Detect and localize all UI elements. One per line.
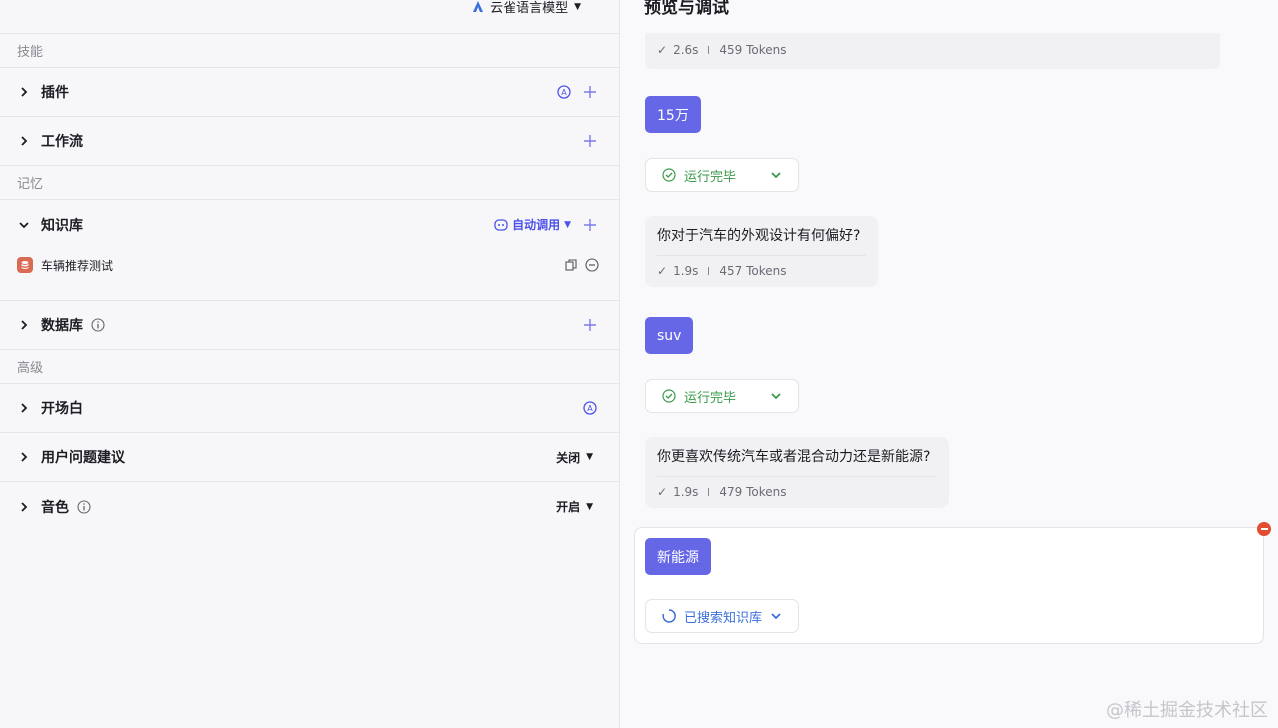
row-voice[interactable]: 音色 开启 ▼: [0, 482, 619, 531]
row-knowledge-title: 知识库: [41, 217, 83, 234]
chevron-down-icon: [19, 221, 29, 228]
bot-message-text: 你对于汽车的外观设计有何偏好?: [657, 225, 866, 256]
user-message: 新能源: [645, 538, 711, 575]
chevron-down-icon: [771, 613, 781, 620]
chevron-right-icon: [21, 87, 28, 97]
suggest-dropdown[interactable]: 关闭 ▼: [556, 449, 593, 466]
copy-icon[interactable]: [565, 259, 577, 271]
suggest-value: 关闭: [556, 450, 581, 465]
row-plugin-title: 插件: [41, 85, 69, 101]
loading-spinner-icon: [662, 609, 676, 623]
model-selector[interactable]: 云雀语言模型 ▼: [472, 0, 581, 16]
msg-time: 1.9s: [673, 264, 699, 278]
caret-down-icon: ▼: [586, 501, 593, 512]
row-voice-title: 音色: [41, 499, 69, 516]
chevron-right-icon: [21, 403, 28, 413]
user-message: suv: [645, 317, 694, 354]
chevron-right-icon: [21, 320, 28, 330]
add-knowledge-icon[interactable]: [583, 218, 597, 232]
knowledge-item[interactable]: 车辆推荐测试: [17, 253, 599, 277]
knowledge-item-name: 车辆推荐测试: [41, 258, 114, 273]
msg-tokens: 459 Tokens: [719, 43, 787, 57]
user-message: 15万: [645, 96, 701, 133]
row-database-title: 数据库: [41, 318, 83, 334]
remove-icon[interactable]: [585, 258, 599, 272]
model-logo-icon: [473, 0, 484, 12]
status-label: 运行完毕: [684, 169, 737, 185]
knowledge-list: 车辆推荐测试: [0, 249, 619, 301]
check-circle-icon: [662, 389, 676, 403]
check-icon: ✓: [657, 43, 668, 57]
chevron-right-icon: [21, 136, 28, 146]
search-status-pill[interactable]: 已搜索知识库: [645, 599, 799, 633]
voice-value: 开启: [556, 500, 581, 514]
row-workflow[interactable]: 工作流: [0, 117, 619, 166]
status-label: 运行完毕: [684, 390, 737, 406]
run-status-pill[interactable]: 运行完毕: [645, 379, 799, 413]
watermark: @稀土掘金技术社区: [1106, 700, 1268, 721]
chevron-down-icon: [771, 172, 781, 179]
bot-message-meta: ✓ 2.6s 459 Tokens: [645, 33, 1220, 69]
model-name: 云雀语言模型: [490, 1, 569, 16]
caret-down-icon: ▼: [574, 1, 581, 12]
remove-icon[interactable]: [1257, 522, 1271, 536]
caret-down-icon: ▼: [564, 219, 571, 230]
bot-message: 你对于汽车的外观设计有何偏好? ✓ 1.9s 457 Tokens: [645, 216, 878, 287]
svg-text:A: A: [587, 404, 593, 413]
msg-time: 2.6s: [673, 43, 699, 57]
preview-panel: 预览与调试 ✓ 2.6s 459 Tokens 15万 运行完毕 你对于汽车的外…: [620, 0, 1278, 728]
check-circle-icon: [662, 168, 676, 182]
row-plugin[interactable]: 插件 A: [0, 68, 619, 117]
row-knowledge[interactable]: 知识库 自动调用 ▼: [0, 200, 619, 249]
caret-down-icon: ▼: [586, 452, 593, 462]
model-bar: 云雀语言模型 ▼: [0, 0, 619, 34]
panel-title: 预览与调试: [644, 0, 729, 18]
chevron-down-icon: [771, 393, 781, 400]
run-status-pill[interactable]: 运行完毕: [645, 158, 799, 192]
row-suggest-title: 用户问题建议: [41, 450, 125, 466]
info-icon[interactable]: [91, 318, 105, 332]
row-database[interactable]: 数据库: [0, 301, 619, 350]
auto-mode-icon[interactable]: A: [557, 85, 571, 99]
auto-mode-icon[interactable]: A: [583, 401, 597, 415]
section-advanced: 高级: [0, 350, 619, 384]
info-icon[interactable]: [77, 499, 91, 514]
section-skills: 技能: [0, 34, 619, 68]
voice-dropdown[interactable]: 开启 ▼: [556, 498, 593, 515]
svg-text:A: A: [561, 88, 567, 97]
database-icon: [17, 257, 33, 273]
bot-message-text: 你更喜欢传统汽车或者混合动力还是新能源?: [657, 446, 937, 477]
msg-time: 1.9s: [673, 485, 699, 499]
add-database-icon[interactable]: [583, 318, 597, 332]
section-memory: 记忆: [0, 166, 619, 200]
auto-call-dropdown[interactable]: 自动调用 ▼: [494, 216, 571, 233]
row-opening-title: 开场白: [41, 401, 83, 417]
msg-tokens: 479 Tokens: [719, 485, 787, 499]
add-plugin-icon[interactable]: [583, 85, 597, 99]
msg-tokens: 457 Tokens: [719, 264, 787, 278]
bot-message: 你更喜欢传统汽车或者混合动力还是新能源? ✓ 1.9s 479 Tokens: [645, 437, 949, 508]
auto-call-label: 自动调用: [512, 218, 561, 232]
row-workflow-title: 工作流: [41, 134, 83, 150]
check-icon: ✓: [657, 264, 668, 278]
check-icon: ✓: [657, 485, 668, 499]
chevron-right-icon: [21, 452, 28, 462]
settings-panel: 云雀语言模型 ▼ 技能 插件 A 工作流 记忆 知识库 自动调用 ▼ 车辆推荐测…: [0, 0, 620, 728]
row-suggest[interactable]: 用户问题建议 关闭 ▼: [0, 433, 619, 482]
add-workflow-icon[interactable]: [583, 134, 597, 148]
status-label: 已搜索知识库: [684, 610, 763, 626]
row-opening[interactable]: 开场白 A: [0, 384, 619, 433]
chevron-right-icon: [21, 501, 28, 512]
auto-call-icon: [494, 218, 508, 231]
